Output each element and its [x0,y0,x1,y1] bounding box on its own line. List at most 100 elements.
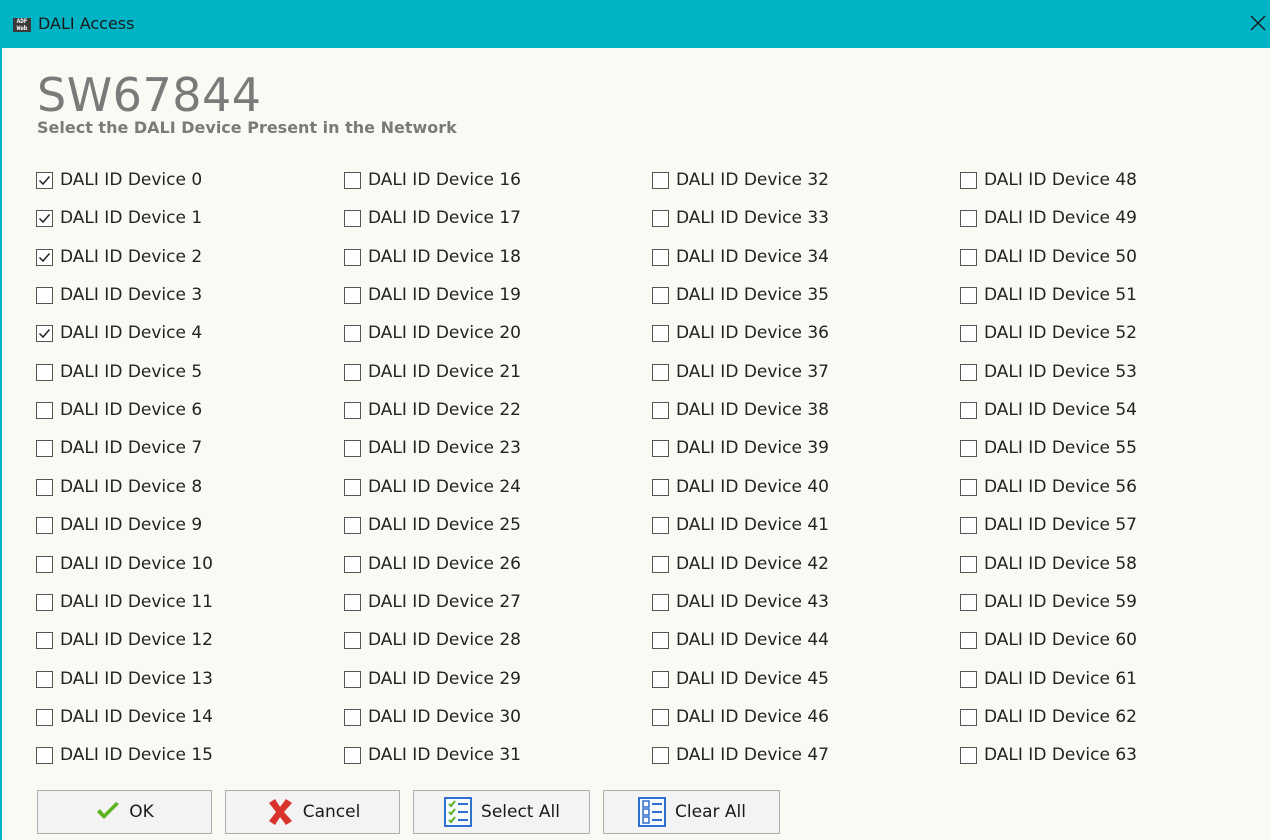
checkbox-box[interactable] [36,363,53,381]
device-41-checkbox[interactable]: DALI ID Device 41 [652,513,829,537]
device-60-checkbox[interactable]: DALI ID Device 60 [960,628,1137,652]
checkbox-box[interactable] [652,363,669,381]
device-44-checkbox[interactable]: DALI ID Device 44 [652,628,829,652]
close-button[interactable] [1246,11,1270,37]
device-8-checkbox[interactable]: DALI ID Device 8 [36,475,202,499]
checkbox-box[interactable] [652,746,669,764]
checkbox-box[interactable] [652,209,669,227]
checkbox-box[interactable] [652,555,669,573]
device-31-checkbox[interactable]: DALI ID Device 31 [344,743,521,767]
device-6-checkbox[interactable]: DALI ID Device 6 [36,398,202,422]
device-27-checkbox[interactable]: DALI ID Device 27 [344,590,521,614]
device-56-checkbox[interactable]: DALI ID Device 56 [960,475,1137,499]
device-57-checkbox[interactable]: DALI ID Device 57 [960,513,1137,537]
checkbox-box[interactable] [36,171,53,189]
checkbox-box[interactable] [960,248,977,266]
device-35-checkbox[interactable]: DALI ID Device 35 [652,283,829,307]
checkbox-box[interactable] [960,439,977,457]
device-16-checkbox[interactable]: DALI ID Device 16 [344,168,521,192]
checkbox-box[interactable] [960,209,977,227]
checkbox-box[interactable] [960,516,977,534]
device-3-checkbox[interactable]: DALI ID Device 3 [36,283,202,307]
checkbox-box[interactable] [652,171,669,189]
checkbox-box[interactable] [36,401,53,419]
checkbox-box[interactable] [344,593,361,611]
device-15-checkbox[interactable]: DALI ID Device 15 [36,743,213,767]
checkbox-box[interactable] [652,286,669,304]
device-43-checkbox[interactable]: DALI ID Device 43 [652,590,829,614]
checkbox-box[interactable] [344,401,361,419]
clear-all-button[interactable]: Clear All [603,790,780,834]
device-51-checkbox[interactable]: DALI ID Device 51 [960,283,1137,307]
checkbox-box[interactable] [36,555,53,573]
device-52-checkbox[interactable]: DALI ID Device 52 [960,321,1137,345]
checkbox-box[interactable] [652,708,669,726]
device-10-checkbox[interactable]: DALI ID Device 10 [36,552,213,576]
device-39-checkbox[interactable]: DALI ID Device 39 [652,436,829,460]
device-17-checkbox[interactable]: DALI ID Device 17 [344,206,521,230]
checkbox-box[interactable] [960,401,977,419]
device-59-checkbox[interactable]: DALI ID Device 59 [960,590,1137,614]
device-23-checkbox[interactable]: DALI ID Device 23 [344,436,521,460]
checkbox-box[interactable] [652,439,669,457]
checkbox-box[interactable] [36,631,53,649]
checkbox-box[interactable] [36,746,53,764]
device-11-checkbox[interactable]: DALI ID Device 11 [36,590,213,614]
checkbox-box[interactable] [36,209,53,227]
checkbox-box[interactable] [960,363,977,381]
checkbox-box[interactable] [344,439,361,457]
checkbox-box[interactable] [652,248,669,266]
device-26-checkbox[interactable]: DALI ID Device 26 [344,552,521,576]
checkbox-box[interactable] [36,708,53,726]
device-20-checkbox[interactable]: DALI ID Device 20 [344,321,521,345]
device-49-checkbox[interactable]: DALI ID Device 49 [960,206,1137,230]
device-42-checkbox[interactable]: DALI ID Device 42 [652,552,829,576]
checkbox-box[interactable] [344,670,361,688]
ok-button[interactable]: OK [37,790,212,834]
device-47-checkbox[interactable]: DALI ID Device 47 [652,743,829,767]
checkbox-box[interactable] [960,555,977,573]
device-63-checkbox[interactable]: DALI ID Device 63 [960,743,1137,767]
checkbox-box[interactable] [960,478,977,496]
checkbox-box[interactable] [960,670,977,688]
checkbox-box[interactable] [36,478,53,496]
checkbox-box[interactable] [344,708,361,726]
checkbox-box[interactable] [960,708,977,726]
checkbox-box[interactable] [652,593,669,611]
checkbox-box[interactable] [36,593,53,611]
checkbox-box[interactable] [36,439,53,457]
checkbox-box[interactable] [344,363,361,381]
checkbox-box[interactable] [960,746,977,764]
checkbox-box[interactable] [344,516,361,534]
device-18-checkbox[interactable]: DALI ID Device 18 [344,245,521,269]
device-4-checkbox[interactable]: DALI ID Device 4 [36,321,202,345]
device-55-checkbox[interactable]: DALI ID Device 55 [960,436,1137,460]
device-32-checkbox[interactable]: DALI ID Device 32 [652,168,829,192]
select-all-button[interactable]: Select All [413,790,590,834]
checkbox-box[interactable] [960,593,977,611]
device-37-checkbox[interactable]: DALI ID Device 37 [652,360,829,384]
checkbox-box[interactable] [344,286,361,304]
device-33-checkbox[interactable]: DALI ID Device 33 [652,206,829,230]
device-2-checkbox[interactable]: DALI ID Device 2 [36,245,202,269]
checkbox-box[interactable] [344,324,361,342]
device-62-checkbox[interactable]: DALI ID Device 62 [960,705,1137,729]
device-22-checkbox[interactable]: DALI ID Device 22 [344,398,521,422]
checkbox-box[interactable] [960,324,977,342]
cancel-button[interactable]: Cancel [225,790,400,834]
checkbox-box[interactable] [652,631,669,649]
checkbox-box[interactable] [344,478,361,496]
checkbox-box[interactable] [344,746,361,764]
checkbox-box[interactable] [36,248,53,266]
checkbox-box[interactable] [344,631,361,649]
device-25-checkbox[interactable]: DALI ID Device 25 [344,513,521,537]
device-28-checkbox[interactable]: DALI ID Device 28 [344,628,521,652]
device-5-checkbox[interactable]: DALI ID Device 5 [36,360,202,384]
checkbox-box[interactable] [960,631,977,649]
device-30-checkbox[interactable]: DALI ID Device 30 [344,705,521,729]
device-61-checkbox[interactable]: DALI ID Device 61 [960,667,1137,691]
checkbox-box[interactable] [344,555,361,573]
checkbox-box[interactable] [652,324,669,342]
device-40-checkbox[interactable]: DALI ID Device 40 [652,475,829,499]
device-7-checkbox[interactable]: DALI ID Device 7 [36,436,202,460]
